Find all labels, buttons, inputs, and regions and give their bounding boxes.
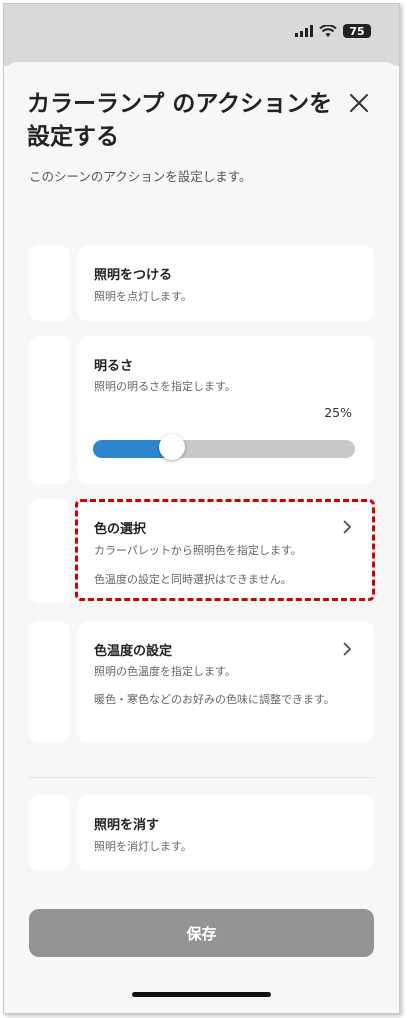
light-off-card[interactable]: 照明を消す 照明を消灯します。: [78, 795, 374, 871]
status-bar: 75: [4, 4, 399, 66]
wifi-icon: [319, 24, 337, 37]
brightness-card: 明るさ 照明の明るさを指定します。 25%: [78, 336, 374, 484]
chevron-right-icon: [343, 520, 352, 534]
card-title: 照明をつける: [94, 268, 173, 283]
card-description: 照明の色温度を指定します。: [94, 665, 236, 678]
home-indicator: [132, 992, 271, 997]
color-temp-toggle-area[interactable]: [29, 621, 70, 743]
card-description: 照明を点灯します。: [94, 290, 192, 303]
slider-thumb[interactable]: [158, 434, 185, 460]
color-select-card[interactable]: 色の選択 カラーパレットから照明色を指定します。 色温度の設定と同時選択はできま…: [78, 499, 374, 603]
battery-icon: 75: [343, 24, 371, 38]
card-title: 明るさ: [94, 359, 134, 374]
card-title: 照明を消す: [94, 818, 160, 833]
signal-icon: [295, 25, 313, 37]
phone-screen: 75 カラーランプ のアクションを設定する このシーンのアクションを設定します。…: [3, 3, 400, 1014]
color-select-toggle-area[interactable]: [29, 499, 70, 603]
color-temp-card[interactable]: 色温度の設定 照明の色温度を指定します。 暖色・寒色などのお好みの色味に調整でき…: [78, 621, 374, 743]
card-description: カラーパレットから照明色を指定します。: [94, 544, 302, 557]
light-on-card[interactable]: 照明をつける 照明を点灯します。: [78, 245, 374, 321]
close-icon[interactable]: [348, 92, 370, 114]
status-icons: 75: [295, 24, 371, 38]
brightness-value: 25%: [324, 405, 352, 420]
card-description: 照明を消灯します。: [94, 840, 192, 853]
page-title: カラーランプ のアクションを設定する: [27, 91, 333, 150]
brightness-toggle-area[interactable]: [29, 336, 70, 484]
light-on-toggle-area[interactable]: [29, 245, 70, 321]
slider-track: [93, 440, 355, 458]
card-title: 色温度の設定: [94, 644, 173, 659]
card-title: 色の選択: [94, 522, 147, 537]
save-button[interactable]: 保存: [29, 909, 374, 957]
card-note: 暖色・寒色などのお好みの色味に調整できます。: [94, 693, 335, 706]
card-note: 色温度の設定と同時選択はできません。: [94, 573, 292, 586]
light-off-toggle-area[interactable]: [29, 795, 70, 871]
card-description: 照明の明るさを指定します。: [94, 380, 236, 393]
brightness-slider[interactable]: [93, 434, 355, 460]
page-subtitle: このシーンのアクションを設定します。: [29, 169, 252, 184]
chevron-right-icon: [343, 642, 352, 656]
divider: [29, 777, 374, 778]
